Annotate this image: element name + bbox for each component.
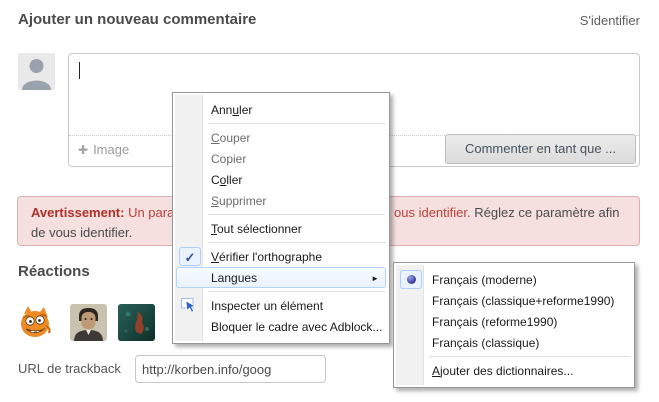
text-caret	[79, 62, 80, 79]
menu-item-francais-moderne[interactable]: Français (moderne)	[397, 269, 631, 290]
menu-item-label: Copier	[211, 152, 246, 166]
sign-in-link[interactable]: S'identifier	[580, 13, 640, 28]
dark-artwork-image	[118, 304, 155, 341]
trackback-label: URL de trackback	[18, 361, 121, 376]
menu-item-label: Bloquer le cadre avec Adblock...	[211, 320, 382, 334]
menu-item-label: Français (reforme1990)	[432, 315, 557, 329]
trackback-url-input[interactable]	[135, 355, 326, 383]
menu-item-copier: Copier	[176, 148, 386, 169]
menu-item-coller[interactable]: Coller	[176, 169, 386, 190]
person-silhouette-icon	[18, 77, 55, 90]
context-menu: Annuler Couper Copier Coller Supprimer Tout s…	[172, 92, 390, 344]
menu-item-tout-selectionner[interactable]: Tout sélectionner	[176, 218, 386, 239]
menu-item-bloquer-adblock[interactable]: Bloquer le cadre avec Adblock...	[176, 316, 386, 337]
reaction-avatar-artwork[interactable]	[118, 304, 155, 341]
menu-item-label: Français (classique)	[432, 336, 539, 350]
menu-separator	[208, 242, 385, 243]
man-portrait-image	[70, 304, 107, 341]
warning-text-line1-right: ous identifier. Réglez ce paramètre afin	[394, 205, 619, 220]
comment-as-button[interactable]: Commenter en tant que ...	[445, 134, 636, 164]
menu-separator	[208, 291, 385, 292]
menu-item-inspecter-element[interactable]: Inspecter un élément	[176, 295, 386, 316]
menu-item-francais-classique-reforme1990[interactable]: Français (classique+reforme1990)	[397, 290, 631, 311]
menu-item-verifier-orthographe[interactable]: ✓ Vérifier l'orthographe	[176, 246, 386, 267]
menu-item-langues[interactable]: Langues ►	[176, 267, 386, 288]
menu-item-label: Tout sélectionner	[211, 222, 302, 236]
warning-text-line2: de vous identifier.	[31, 225, 132, 240]
menu-item-francais-classique[interactable]: Français (classique)	[397, 332, 631, 353]
add-image-label: Image	[93, 142, 129, 157]
reactions-title: Réactions	[18, 263, 90, 280]
reaction-avatar-portrait[interactable]	[70, 304, 107, 341]
inspect-element-icon	[181, 298, 199, 315]
menu-item-label: Ajouter des dictionnaires...	[432, 364, 573, 378]
warning-text-line1-left: Avertissement: Un para	[31, 205, 174, 220]
warning-label: Avertissement:	[31, 205, 124, 220]
menu-item-francais-reforme1990[interactable]: Français (reforme1990)	[397, 311, 631, 332]
reaction-avatar-cat[interactable]	[18, 304, 55, 341]
page-title: Ajouter un nouveau commentaire	[18, 11, 256, 28]
menu-separator	[208, 123, 385, 124]
menu-item-ajouter-dictionnaires[interactable]: Ajouter des dictionnaires...	[397, 360, 631, 381]
comment-section-page: Ajouter un nouveau commentaire S'identif…	[0, 0, 659, 402]
menu-item-label: Annuler	[211, 103, 252, 117]
menu-item-label: Couper	[211, 131, 250, 145]
checkmark-icon: ✓	[179, 247, 201, 266]
menu-item-label: Supprimer	[211, 194, 266, 208]
menu-separator	[208, 214, 385, 215]
menu-item-label: Langues	[211, 271, 257, 285]
menu-item-label: Français (classique+reforme1990)	[432, 294, 614, 308]
menu-item-label: Coller	[211, 173, 242, 187]
menu-item-annuler[interactable]: Annuler	[176, 99, 386, 120]
language-submenu: Français (moderne) Français (classique+re…	[393, 262, 635, 388]
menu-item-couper: Couper	[176, 127, 386, 148]
add-image-button[interactable]: ✚ Image	[78, 142, 129, 157]
menu-item-label: Inspecter un élément	[211, 299, 323, 313]
cat-cartoon-image	[18, 304, 55, 341]
menu-item-label: Français (moderne)	[432, 273, 537, 287]
submenu-arrow-icon: ►	[371, 268, 379, 289]
menu-item-label: Vérifier l'orthographe	[211, 250, 322, 264]
radio-selected-icon	[400, 270, 422, 289]
menu-item-supprimer: Supprimer	[176, 190, 386, 211]
plus-icon: ✚	[78, 143, 88, 157]
avatar	[18, 53, 55, 90]
menu-separator	[429, 356, 630, 357]
